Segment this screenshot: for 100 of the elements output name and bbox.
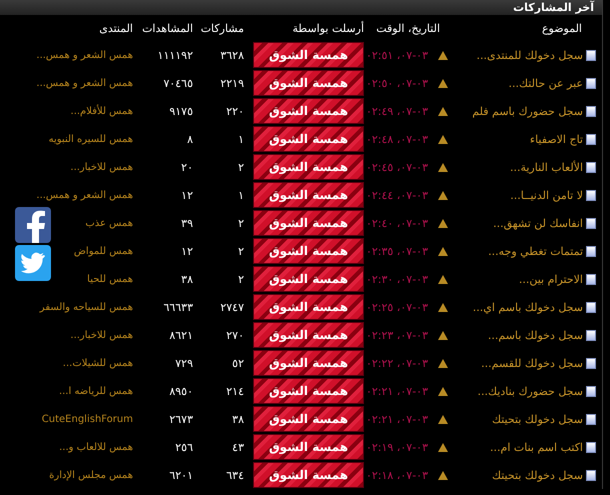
username-link[interactable]: همسة الشوق <box>253 434 364 460</box>
forum-link[interactable]: همس عذب <box>85 218 133 228</box>
topic-link[interactable]: انفاسك لن تشهق... <box>493 216 583 230</box>
view-count: ٩١٧٥ <box>169 104 193 118</box>
column-header: مشاركات <box>200 22 244 34</box>
triangle-icon[interactable] <box>438 442 448 452</box>
triangle-icon[interactable] <box>438 106 448 116</box>
facebook-icon[interactable] <box>15 207 51 243</box>
forum-link[interactable]: CuteEnglishForum <box>42 414 133 424</box>
username-link[interactable]: همسة الشوق <box>253 126 364 152</box>
username-link[interactable]: همسة الشوق <box>253 182 364 208</box>
username-link[interactable]: همسة الشوق <box>253 322 364 348</box>
forum-link[interactable]: همس للالعاب و... <box>59 442 133 452</box>
column-header: أرسلت بواسطة <box>292 22 364 34</box>
post-count: ٣٦٢٨ <box>220 48 244 62</box>
document-icon <box>586 274 596 284</box>
forum-link[interactable]: همس للاخبار... <box>70 162 133 172</box>
triangle-icon[interactable] <box>438 134 448 144</box>
username-link[interactable]: همسة الشوق <box>253 210 364 236</box>
forum-link[interactable]: همس للأفلام... <box>70 106 133 116</box>
post-count: ٢ <box>238 216 244 230</box>
document-icon <box>586 358 596 368</box>
topic-link[interactable]: عبر عن حالتك... <box>508 76 583 90</box>
topic-link[interactable]: الاحترام بين... <box>518 272 583 286</box>
post-count: ٣٨ <box>232 412 244 426</box>
triangle-icon[interactable] <box>438 162 448 172</box>
triangle-icon[interactable] <box>438 274 448 284</box>
topic-link[interactable]: تمتمات تغطي وجه... <box>488 244 583 258</box>
triangle-icon[interactable] <box>438 470 448 480</box>
post-count: ١ <box>238 188 244 202</box>
view-count: ١٢ <box>181 188 193 202</box>
post-count: ٢٧٤٧ <box>220 300 244 314</box>
document-icon <box>586 78 596 88</box>
post-count: ١ <box>238 132 244 146</box>
username-link[interactable]: همسة الشوق <box>253 154 364 180</box>
view-count: ٧٠٤٦٥ <box>163 76 193 90</box>
view-count: ٢٥٦ <box>175 440 193 454</box>
forum-link[interactable]: همس مجلس الإدارة <box>49 470 133 480</box>
username-link[interactable]: همسة الشوق <box>253 98 364 124</box>
post-date: ٠٣-٠٧، ٠٢:٤٨ <box>366 132 428 146</box>
post-date: ٠٣-٠٧، ٠٢:٣٠ <box>366 272 428 286</box>
forum-link[interactable]: همس للشيلات... <box>62 358 133 368</box>
forum-link[interactable]: همس الشعر و همس... <box>36 78 133 88</box>
username-link[interactable]: همسة الشوق <box>253 266 364 292</box>
triangle-icon[interactable] <box>438 78 448 88</box>
document-icon <box>586 50 596 60</box>
triangle-icon[interactable] <box>438 330 448 340</box>
topic-link[interactable]: الألعاب النارية... <box>510 160 583 174</box>
view-count: ١١١١٩٢ <box>158 48 193 62</box>
triangle-icon[interactable] <box>438 50 448 60</box>
triangle-icon[interactable] <box>438 246 448 256</box>
username-link[interactable]: همسة الشوق <box>253 406 364 432</box>
forum-link[interactable]: همس للرياضه ا... <box>58 386 133 396</box>
document-icon <box>586 470 596 480</box>
view-count: ٨٦٢١ <box>169 328 193 342</box>
username-link[interactable]: همسة الشوق <box>253 238 364 264</box>
topic-link[interactable]: سجل دخولك بتحيتك <box>492 468 583 482</box>
username-link[interactable]: همسة الشوق <box>253 350 364 376</box>
username-link[interactable]: همسة الشوق <box>253 378 364 404</box>
forum-link[interactable]: همس الشعر و همس... <box>36 50 133 60</box>
triangle-icon[interactable] <box>438 302 448 312</box>
view-count: ٣٨ <box>181 272 193 286</box>
forum-link[interactable]: همس للاخبار... <box>70 330 133 340</box>
username-link[interactable]: همسة الشوق <box>253 462 364 488</box>
post-date: ٠٣-٠٧، ٠٢:١٨ <box>366 468 428 482</box>
topic-link[interactable]: تاج الاصفياء <box>530 132 583 146</box>
view-count: ٦٢٠١ <box>169 468 193 482</box>
post-date: ٠٣-٠٧، ٠٢:٢٢ <box>366 356 428 370</box>
forum-link[interactable]: همس الشعر و همس... <box>36 190 133 200</box>
forum-link[interactable]: همس للمواض <box>74 246 133 256</box>
post-date: ٠٣-٠٧، ٠٢:٣٥ <box>366 244 428 258</box>
document-icon <box>586 414 596 424</box>
topic-link[interactable]: سجل دخولك باسم اي... <box>472 300 583 314</box>
topic-link[interactable]: سجل دخولك بتحيتك <box>492 412 583 426</box>
panel-title: آخر المشاركات <box>513 1 594 14</box>
topic-link[interactable]: سجل دخولك للمنتدى... <box>476 48 583 62</box>
username-link[interactable]: همسة الشوق <box>253 70 364 96</box>
topic-link[interactable]: سجل حضورك باسم فلم <box>472 104 583 118</box>
triangle-icon[interactable] <box>438 190 448 200</box>
forum-link[interactable]: همس للحيا <box>87 274 133 284</box>
post-count: ٢٧٠ <box>226 328 244 342</box>
username-link[interactable]: همسة الشوق <box>253 42 364 68</box>
triangle-icon[interactable] <box>438 386 448 396</box>
document-icon <box>586 106 596 116</box>
forum-link[interactable]: همس للسيره النبويه <box>48 134 133 144</box>
triangle-icon[interactable] <box>438 218 448 228</box>
forum-link[interactable]: همس للسياحه والسفر <box>40 302 133 312</box>
document-icon <box>586 162 596 172</box>
topic-link[interactable]: اكتب اسم بنات ام... <box>490 440 583 454</box>
topic-link[interactable]: لا تامن الدنيــا... <box>510 188 583 202</box>
column-header: المشاهدات <box>142 22 193 34</box>
triangle-icon[interactable] <box>438 358 448 368</box>
username-link[interactable]: همسة الشوق <box>253 294 364 320</box>
topic-link[interactable]: سجل دخولك للقسم... <box>481 356 583 370</box>
post-count: ٤٣ <box>232 440 244 454</box>
topic-link[interactable]: سجل دخولك باسم... <box>488 328 583 342</box>
post-date: ٠٣-٠٧، ٠٢:٤٠ <box>366 216 428 230</box>
triangle-icon[interactable] <box>438 414 448 424</box>
document-icon <box>586 302 596 312</box>
topic-link[interactable]: سجل حضورك بناديك... <box>478 384 583 398</box>
